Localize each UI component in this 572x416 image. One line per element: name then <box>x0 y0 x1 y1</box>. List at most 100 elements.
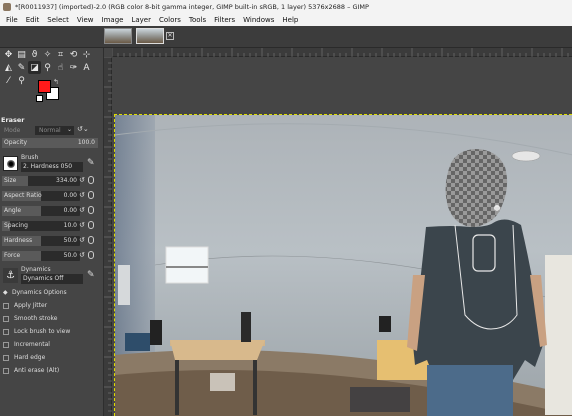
incremental-checkbox[interactable]: Incremental <box>0 338 103 351</box>
color-swatches: ↰ <box>36 78 66 104</box>
opacity-label: Opacity <box>4 139 28 146</box>
force-slider[interactable]: Force 50.0 <box>2 251 80 261</box>
rotate-icon[interactable]: ⟲ <box>67 48 80 61</box>
reset-icon[interactable]: ↺ <box>79 221 85 229</box>
ruler-ticks <box>104 57 112 412</box>
canvas-area <box>104 48 572 416</box>
dynamics-options-expander[interactable]: ◆ Dynamics Options <box>0 286 103 299</box>
menu-layer[interactable]: Layer <box>127 16 155 24</box>
color-picker-icon[interactable]: ⁄ <box>2 74 15 87</box>
link-icon[interactable] <box>87 236 94 244</box>
smooth-stroke-checkbox[interactable]: Smooth stroke <box>0 312 103 325</box>
zoom-icon[interactable]: ⚲ <box>15 74 28 87</box>
reset-icon[interactable]: ↺ <box>79 191 85 199</box>
aspect-ratio-value: 0.00 <box>63 192 77 199</box>
link-icon[interactable] <box>87 191 94 199</box>
spacing-row: Spacing 10.0 ↺ <box>1 219 103 234</box>
smudge-icon[interactable]: ☝ <box>54 61 67 74</box>
aspect-ratio-row: Aspect Ratio 0.00 ↺ <box>1 189 103 204</box>
reset-icon[interactable]: ↺ <box>79 251 85 259</box>
link-icon[interactable] <box>87 251 94 259</box>
incremental-label: Incremental <box>14 341 50 348</box>
menu-tools[interactable]: Tools <box>185 16 210 24</box>
mode-reset-icon[interactable]: ↺⌄ <box>77 125 89 133</box>
close-tab-icon[interactable]: ✕ <box>166 32 174 40</box>
reset-colors-icon[interactable] <box>36 95 43 102</box>
edit-brush-icon[interactable]: ✎ <box>87 158 95 168</box>
menu-edit[interactable]: Edit <box>22 16 44 24</box>
menu-colors[interactable]: Colors <box>155 16 185 24</box>
image-tab-thumbnail-active[interactable] <box>136 28 164 44</box>
smooth-stroke-label: Smooth stroke <box>14 315 58 322</box>
aspect-ratio-slider[interactable]: Aspect Ratio 0.00 <box>2 191 80 201</box>
ruler-ticks <box>112 48 569 57</box>
paintbrush-icon[interactable]: ✎ <box>15 61 28 74</box>
menu-help[interactable]: Help <box>278 16 302 24</box>
mode-label: Mode <box>4 127 21 134</box>
lock-brush-checkbox[interactable]: Lock brush to view <box>0 325 103 338</box>
hardness-label: Hardness <box>4 237 33 244</box>
reset-icon[interactable]: ↺ <box>79 206 85 214</box>
size-slider[interactable]: Size 334.00 <box>2 176 80 186</box>
fuzzy-select-icon[interactable]: ✧ <box>41 48 54 61</box>
image-tab-thumbnail[interactable] <box>104 28 132 44</box>
photo-content <box>115 115 572 416</box>
aspect-ratio-label: Aspect Ratio <box>4 192 42 199</box>
checkbox-icon <box>3 302 9 309</box>
image-tabs: ✕ <box>0 26 572 48</box>
image-canvas[interactable] <box>114 114 572 416</box>
align-icon[interactable]: ▤ <box>15 48 28 61</box>
dynamics-name-field[interactable]: Dynamics Off <box>21 274 83 284</box>
checkbox-icon <box>3 328 9 335</box>
angle-value: 0.00 <box>63 207 77 214</box>
path-icon[interactable]: ✑ <box>67 61 80 74</box>
brush-preview[interactable] <box>3 156 18 171</box>
size-label: Size <box>4 177 17 184</box>
angle-label: Angle <box>4 207 22 214</box>
clone-icon[interactable]: ⚲ <box>41 61 54 74</box>
bucket-fill-icon[interactable]: ◭ <box>2 61 15 74</box>
anti-erase-label: Anti erase (Alt) <box>14 367 60 374</box>
menu-file[interactable]: File <box>2 16 22 24</box>
move-icon[interactable]: ✥ <box>2 48 15 61</box>
force-value: 50.0 <box>63 252 77 259</box>
vertical-ruler[interactable] <box>104 57 112 416</box>
lock-brush-label: Lock brush to view <box>14 328 71 335</box>
opacity-value: 100.0 <box>77 139 95 146</box>
opacity-row: Opacity 100.0 <box>1 136 103 151</box>
eraser-icon[interactable]: ◪ <box>28 61 41 74</box>
opacity-slider[interactable]: Opacity 100.0 <box>2 138 98 148</box>
angle-row: Angle 0.00 ↺ <box>1 204 103 219</box>
swap-colors-icon[interactable]: ↰ <box>53 78 59 86</box>
menu-image[interactable]: Image <box>98 16 128 24</box>
link-icon[interactable] <box>87 221 94 229</box>
hardness-slider[interactable]: Hardness 50.0 <box>2 236 80 246</box>
text-icon[interactable]: A <box>80 61 93 74</box>
hard-edge-checkbox[interactable]: Hard edge <box>0 351 103 364</box>
menu-bar: File Edit Select View Image Layer Colors… <box>0 13 572 26</box>
reset-icon[interactable]: ↺ <box>79 176 85 184</box>
edit-dynamics-icon[interactable]: ✎ <box>87 270 95 280</box>
link-icon[interactable] <box>87 176 94 184</box>
menu-select[interactable]: Select <box>43 16 73 24</box>
anti-erase-checkbox[interactable]: Anti erase (Alt) <box>0 364 103 377</box>
link-icon[interactable] <box>87 206 94 214</box>
menu-windows[interactable]: Windows <box>239 16 278 24</box>
tool-options-panel: Eraser Mode Normal ⌄ ↺⌄ Opacity 100.0 Br… <box>0 116 103 377</box>
apply-jitter-checkbox[interactable]: Apply Jitter <box>0 299 103 312</box>
checkbox-icon <box>3 367 9 374</box>
crop-icon[interactable]: ⌗ <box>54 48 67 61</box>
menu-view[interactable]: View <box>73 16 98 24</box>
foreground-color-swatch[interactable] <box>38 80 51 93</box>
chevron-down-icon[interactable]: ⌄ <box>67 126 72 133</box>
angle-slider[interactable]: Angle 0.00 <box>2 206 80 216</box>
free-select-icon[interactable]: ϑ <box>28 48 41 61</box>
mode-row: Mode Normal ⌄ ↺⌄ <box>1 125 103 136</box>
horizontal-ruler[interactable] <box>112 48 572 57</box>
menu-filters[interactable]: Filters <box>210 16 239 24</box>
brush-name-field[interactable]: 2. Hardness 050 <box>21 162 83 172</box>
reset-icon[interactable]: ↺ <box>79 236 85 244</box>
dynamics-icon[interactable]: ⚓ <box>3 268 18 283</box>
spacing-slider[interactable]: Spacing 10.0 <box>2 221 80 231</box>
warp-icon[interactable]: ⊹ <box>80 48 93 61</box>
